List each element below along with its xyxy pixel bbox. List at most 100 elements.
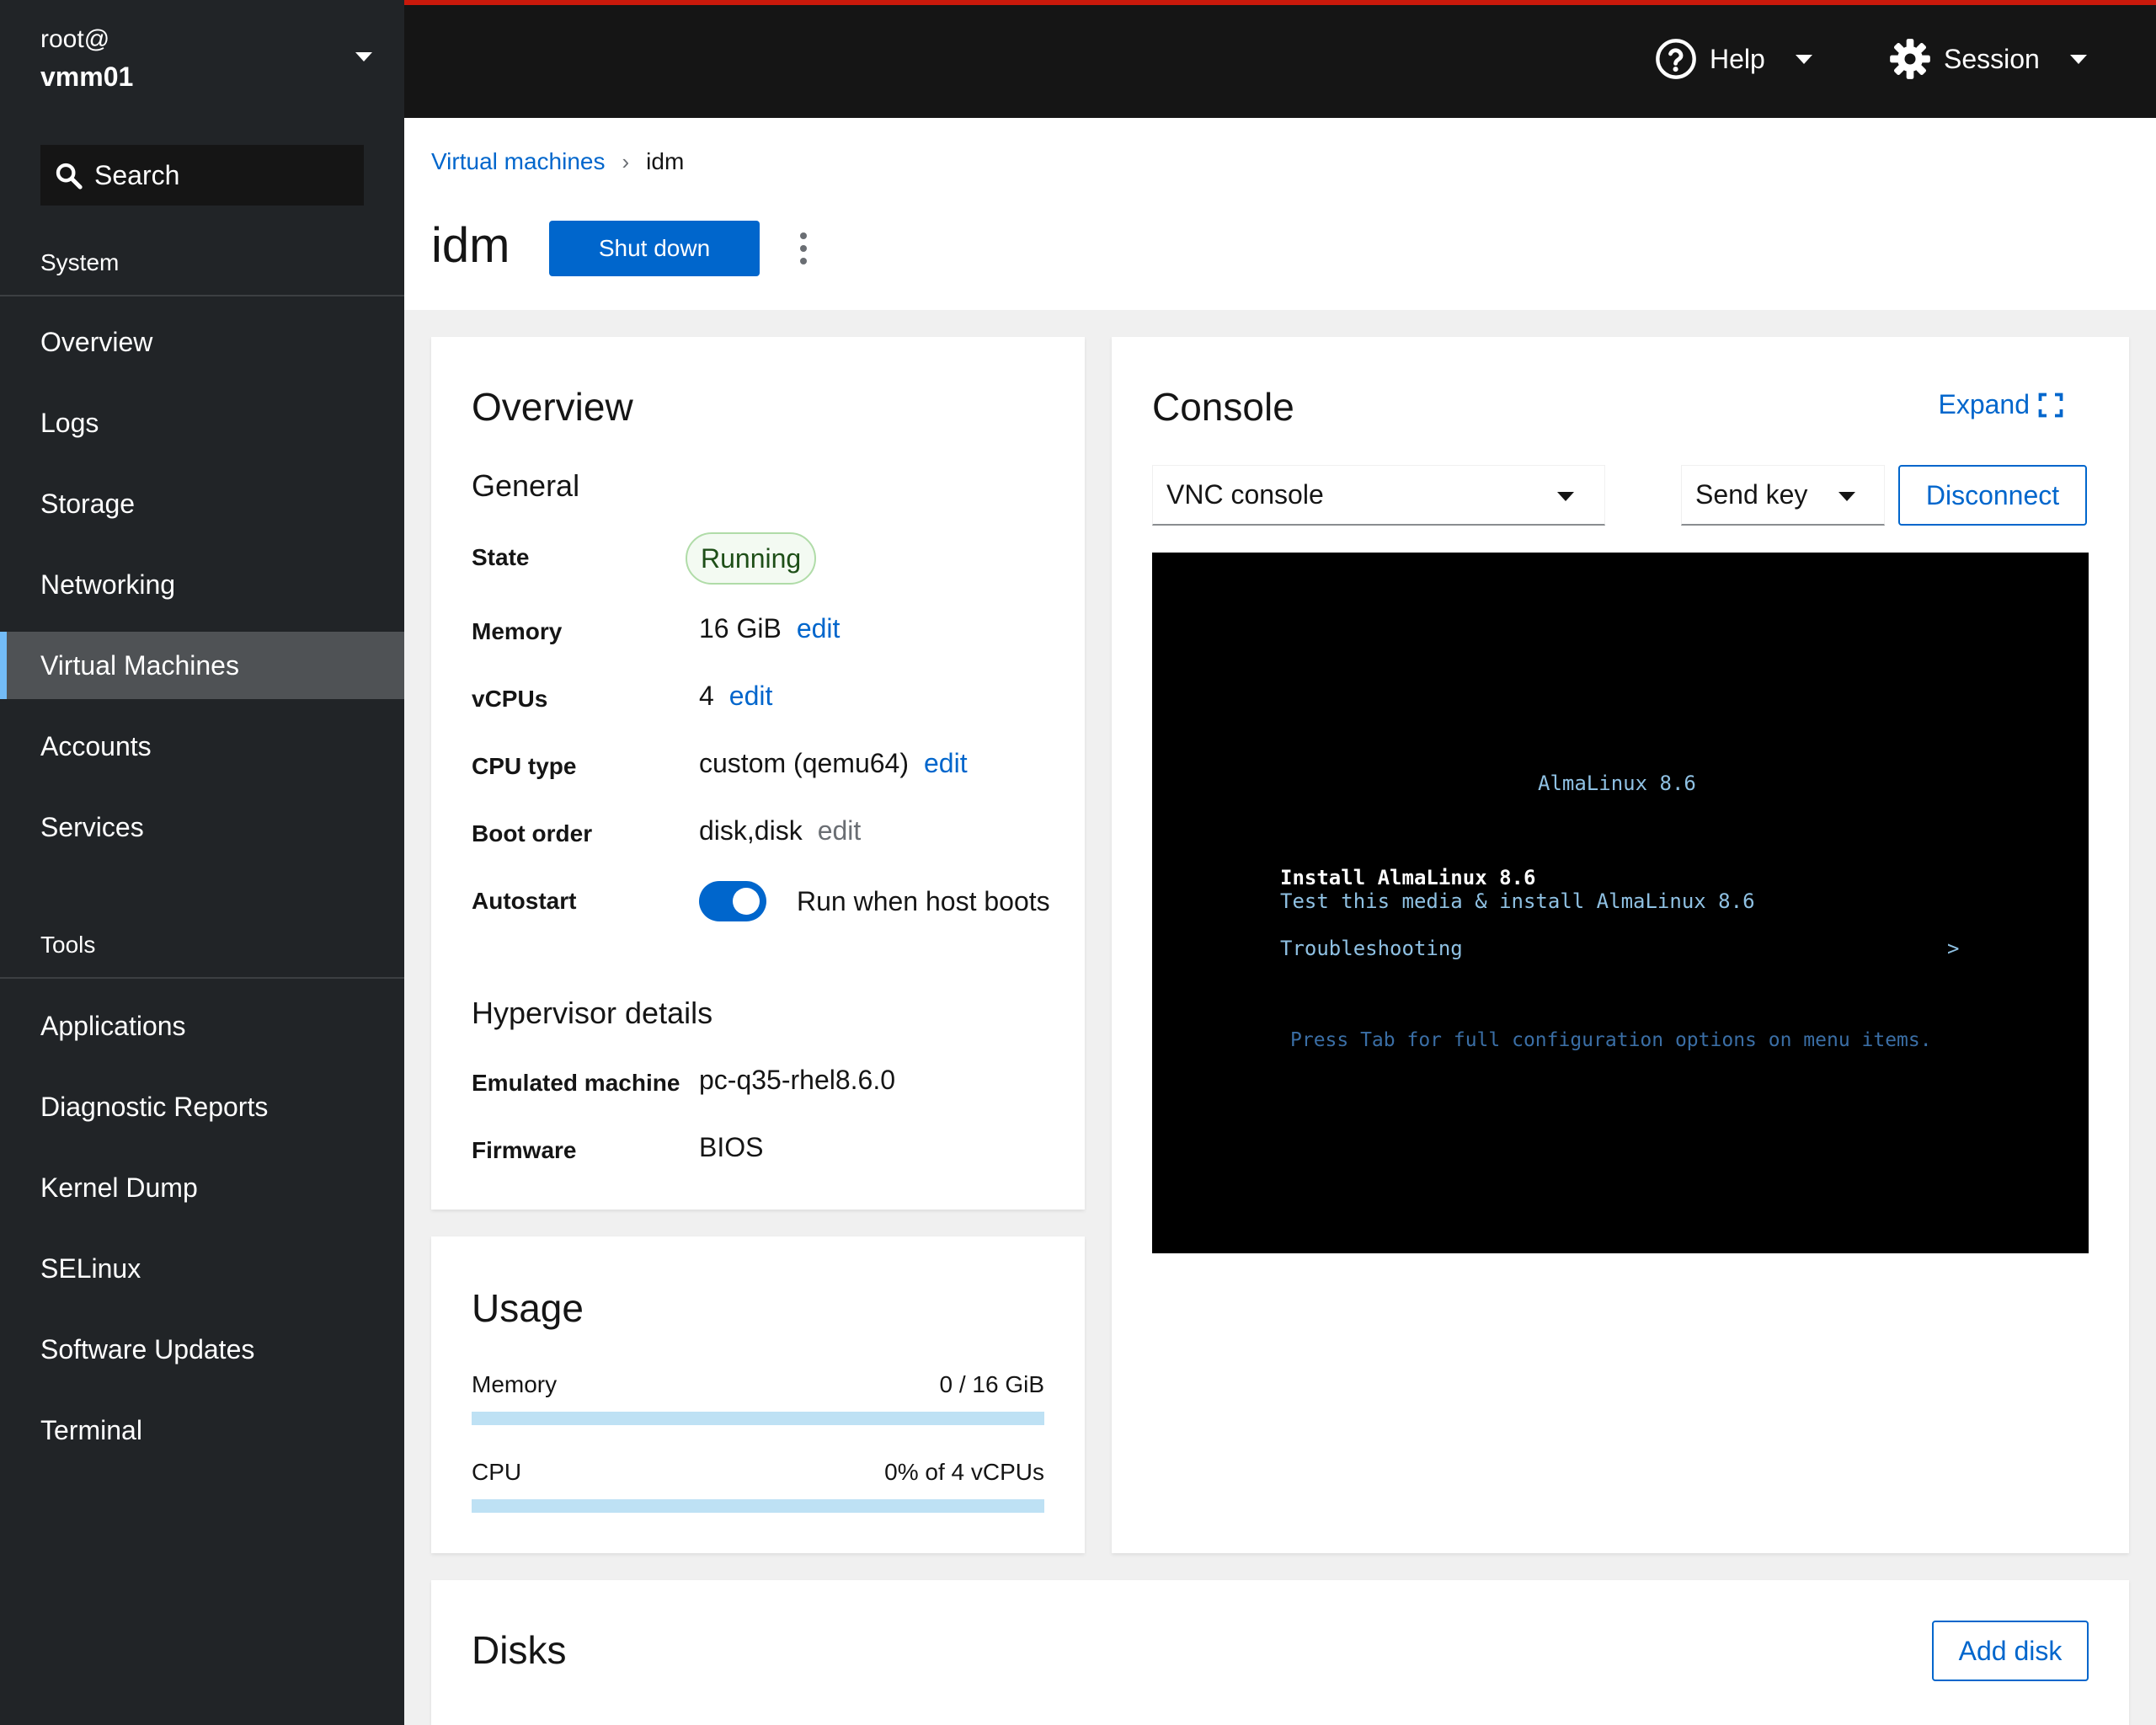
sidebar-item-virtual-machines[interactable]: Virtual Machines <box>0 632 404 699</box>
memory-usage-label: Memory <box>472 1371 558 1397</box>
breadcrumb-virtual-machines[interactable]: Virtual machines <box>431 148 605 175</box>
memory-usage-bar <box>472 1412 1044 1425</box>
sidebar-item-selinux[interactable]: SELinux <box>0 1235 404 1302</box>
vcpus-value: 4 <box>699 681 714 711</box>
session-label: Session <box>1944 43 2040 74</box>
vnc-console-screen[interactable]: AlmaLinux 8.6 Install AlmaLinux 8.6 Test… <box>1152 553 2089 1253</box>
host-user: root@ <box>40 25 110 53</box>
breadcrumb-current: idm <box>646 148 685 174</box>
chevron-down-icon[interactable] <box>355 52 372 61</box>
nav-group-tools: Tools <box>40 932 96 958</box>
cpu-type-row: custom (qemu64) edit <box>699 748 968 779</box>
general-title: General <box>472 468 580 503</box>
nav-divider <box>0 977 404 979</box>
masthead: Help Session <box>404 0 2156 118</box>
kebab-menu-icon[interactable] <box>793 227 814 270</box>
sidebar-item-storage[interactable]: Storage <box>0 470 404 537</box>
nav-group-system: System <box>40 249 120 275</box>
overview-title: Overview <box>472 385 633 429</box>
memory-value: 16 GiB <box>699 613 782 644</box>
help-icon <box>1656 39 1696 79</box>
console-title: Console <box>1152 385 1294 429</box>
boot-option-install: Install AlmaLinux 8.6 <box>1280 866 1536 889</box>
boot-order-label: Boot order <box>472 820 593 846</box>
page-header: Virtual machines › idm idm Shut down <box>404 118 2156 310</box>
disks-card: Disks Add disk <box>431 1580 2129 1725</box>
cpu-usage-label: CPU <box>472 1459 522 1485</box>
sidebar-item-terminal[interactable]: Terminal <box>0 1397 404 1464</box>
disks-title: Disks <box>472 1628 567 1672</box>
expand-label: Expand <box>1938 389 2030 419</box>
sidebar: root@ vmm01 Search System Overview Logs … <box>0 0 404 1725</box>
boot-order-value: disk,disk <box>699 815 803 846</box>
breadcrumb: Virtual machines › idm <box>431 148 684 175</box>
expand-icon <box>2038 393 2063 417</box>
boot-menu-heading: AlmaLinux 8.6 <box>1538 772 1696 795</box>
chevron-down-icon <box>2069 54 2087 64</box>
search-input[interactable]: Search <box>40 145 364 206</box>
masthead-accent <box>404 0 2156 5</box>
nav-divider <box>0 295 404 296</box>
console-card: Console Expand VNC console Send key Disc… <box>1112 337 2129 1553</box>
page-title: idm <box>431 218 510 273</box>
chevron-right-icon: › <box>622 148 630 174</box>
sidebar-item-overview[interactable]: Overview <box>0 308 404 376</box>
boot-option-test-install: Test this media & install AlmaLinux 8.6 <box>1280 889 1755 913</box>
host-name: vmm01 <box>40 61 134 92</box>
sidebar-item-applications[interactable]: Applications <box>0 992 404 1060</box>
chevron-down-icon <box>1795 54 1812 64</box>
autostart-toggle[interactable] <box>699 881 766 921</box>
edit-vcpus-link[interactable]: edit <box>729 681 773 712</box>
search-icon <box>56 163 83 190</box>
add-disk-button[interactable]: Add disk <box>1932 1621 2089 1681</box>
status-badge: Running <box>686 532 817 585</box>
usage-title: Usage <box>472 1286 584 1330</box>
sidebar-item-networking[interactable]: Networking <box>0 551 404 618</box>
autostart-text: Run when host boots <box>797 885 1050 916</box>
sidebar-item-diagnostic-reports[interactable]: Diagnostic Reports <box>0 1073 404 1140</box>
vcpus-label: vCPUs <box>472 686 548 712</box>
sidebar-item-accounts[interactable]: Accounts <box>0 713 404 780</box>
firmware-value: BIOS <box>699 1132 764 1162</box>
session-menu[interactable]: Session <box>1888 34 2087 84</box>
boot-option-troubleshooting: Troubleshooting <box>1280 937 1463 960</box>
console-type-select[interactable]: VNC console <box>1152 465 1605 526</box>
submenu-arrow-icon: > <box>1947 937 1960 960</box>
edit-boot-order-link: edit <box>817 815 862 846</box>
edit-memory-link[interactable]: edit <box>797 613 841 644</box>
memory-row: 16 GiB edit <box>699 613 840 644</box>
gear-icon <box>1890 39 1930 79</box>
cpu-type-value: custom (qemu64) <box>699 748 909 778</box>
memory-label: Memory <box>472 618 563 644</box>
cpu-usage-bar <box>472 1499 1044 1513</box>
help-label: Help <box>1710 43 1765 74</box>
host-switcher[interactable]: root@ vmm01 <box>40 22 133 96</box>
disconnect-button[interactable]: Disconnect <box>1898 465 2087 526</box>
vcpus-row: 4 edit <box>699 681 772 712</box>
firmware-label: Firmware <box>472 1137 577 1163</box>
boot-menu-hint: Press Tab for full configuration options… <box>1290 1029 1932 1051</box>
sidebar-item-software-updates[interactable]: Software Updates <box>0 1316 404 1383</box>
boot-order-row: disk,disk edit <box>699 815 861 846</box>
chevron-down-icon <box>1838 492 1855 501</box>
console-type-value: VNC console <box>1166 479 1324 510</box>
send-key-select[interactable]: Send key <box>1681 465 1885 526</box>
overview-card: Overview General State Running Memory 16… <box>431 337 1085 1210</box>
shut-down-button[interactable]: Shut down <box>549 221 760 276</box>
sidebar-item-logs[interactable]: Logs <box>0 389 404 457</box>
expand-button[interactable]: Expand <box>1938 389 2063 420</box>
emulated-machine-label: Emulated machine <box>472 1070 680 1096</box>
autostart-row: Run when host boots <box>699 881 1050 921</box>
sidebar-item-kernel-dump[interactable]: Kernel Dump <box>0 1154 404 1221</box>
cpu-usage-value: 0% of 4 vCPUs <box>884 1459 1044 1485</box>
edit-cpu-type-link[interactable]: edit <box>924 748 968 779</box>
autostart-label: Autostart <box>472 888 577 914</box>
help-menu[interactable]: Help <box>1654 34 1812 84</box>
memory-usage-value: 0 / 16 GiB <box>939 1371 1044 1397</box>
send-key-label: Send key <box>1695 479 1808 510</box>
hypervisor-title: Hypervisor details <box>472 996 713 1030</box>
state-label: State <box>472 544 530 570</box>
sidebar-item-services[interactable]: Services <box>0 793 404 861</box>
chevron-down-icon <box>1557 492 1574 501</box>
emulated-machine-value: pc-q35-rhel8.6.0 <box>699 1065 896 1095</box>
